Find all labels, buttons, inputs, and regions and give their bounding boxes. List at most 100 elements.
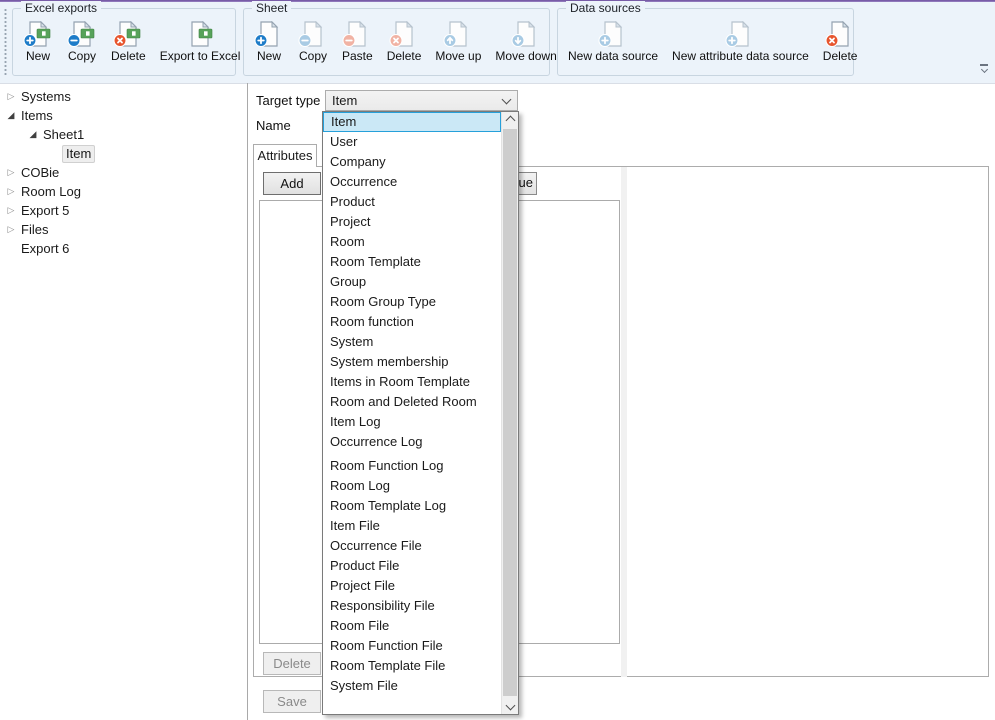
tree-item-label: Room Log bbox=[18, 182, 84, 201]
toolbar-grip-handle[interactable] bbox=[4, 8, 7, 76]
toolbar-button-label: New bbox=[257, 49, 281, 64]
dropdown-option-room-function-log[interactable]: Room Function Log bbox=[323, 456, 501, 476]
scrollbar-thumb[interactable] bbox=[503, 129, 517, 696]
target-type-dropdown-popup: ItemUserCompanyOccurrenceProductProjectR… bbox=[322, 111, 519, 715]
dropdown-option-room-template-log[interactable]: Room Template Log bbox=[323, 496, 501, 516]
dropdown-option-system-file[interactable]: System File bbox=[323, 676, 501, 696]
tree-item-label: Sheet1 bbox=[40, 125, 87, 144]
save-button[interactable]: Save bbox=[263, 690, 321, 713]
expander-collapsed-icon[interactable]: ▷ bbox=[4, 182, 18, 201]
app-window: Excel exports NewCopyDeleteExport to Exc… bbox=[0, 0, 995, 720]
target-type-label: Target type bbox=[256, 93, 320, 108]
dropdown-option-project-file[interactable]: Project File bbox=[323, 576, 501, 596]
dropdown-option-occurrence-log[interactable]: Occurrence Log bbox=[323, 432, 501, 452]
new-data-source-icon bbox=[598, 21, 628, 48]
expander-expanded-icon[interactable]: ◢ bbox=[26, 125, 40, 144]
dropdown-option-group[interactable]: Group bbox=[323, 272, 501, 292]
tree-main-divider[interactable] bbox=[247, 83, 248, 720]
dropdown-option-system[interactable]: System bbox=[323, 332, 501, 352]
combobox-value: Item bbox=[332, 93, 357, 108]
dropdown-option-item[interactable]: Item bbox=[323, 112, 501, 132]
target-type-combobox[interactable]: Item bbox=[325, 90, 518, 111]
tree-item-sheet1[interactable]: ◢Sheet1 bbox=[0, 125, 247, 144]
dropdown-option-responsibility-file[interactable]: Responsibility File bbox=[323, 596, 501, 616]
toolbar-group-sheet: Sheet NewCopyPasteDeleteMove upMove down bbox=[243, 8, 550, 76]
panel-splitter[interactable] bbox=[621, 167, 627, 677]
toolbar-button-new[interactable]: New bbox=[250, 19, 288, 66]
group-title: Excel exports bbox=[21, 1, 101, 15]
toolbar-button-new-attribute-data-source[interactable]: New attribute data source bbox=[668, 19, 813, 66]
dropdown-option-room-and-deleted-room[interactable]: Room and Deleted Room bbox=[323, 392, 501, 412]
expander-collapsed-icon[interactable]: ▷ bbox=[4, 201, 18, 220]
toolbar-button-export-to-excel[interactable]: Export to Excel bbox=[156, 19, 245, 66]
toolbar-button-move-down[interactable]: Move down bbox=[491, 19, 560, 66]
dropdown-option-room-file[interactable]: Room File bbox=[323, 616, 501, 636]
tree-item-files[interactable]: ▷Files bbox=[0, 220, 247, 239]
toolbar-button-new-data-source[interactable]: New data source bbox=[564, 19, 662, 66]
expander-expanded-icon[interactable]: ◢ bbox=[4, 106, 18, 125]
tree-item-systems[interactable]: ▷Systems bbox=[0, 87, 247, 106]
toolbar-button-delete[interactable]: Delete bbox=[107, 19, 150, 66]
move-down-icon bbox=[511, 21, 541, 48]
scroll-down-button[interactable] bbox=[502, 697, 518, 714]
chevron-down-icon bbox=[502, 95, 512, 105]
tree-item-item[interactable]: Item bbox=[0, 144, 247, 163]
tab-attributes[interactable]: Attributes bbox=[253, 144, 317, 167]
toolbar-button-new[interactable]: New bbox=[19, 19, 57, 66]
tree-item-label: Export 6 bbox=[18, 239, 72, 258]
dropdown-option-room-template[interactable]: Room Template bbox=[323, 252, 501, 272]
toolbar-button-label: New data source bbox=[568, 49, 658, 64]
dropdown-option-occurrence-file[interactable]: Occurrence File bbox=[323, 536, 501, 556]
delete-excel-export-icon bbox=[113, 21, 143, 48]
dropdown-option-room-function[interactable]: Room function bbox=[323, 312, 501, 332]
dropdown-option-product-file[interactable]: Product File bbox=[323, 556, 501, 576]
tree-item-cobie[interactable]: ▷COBie bbox=[0, 163, 247, 182]
expander-collapsed-icon[interactable]: ▷ bbox=[4, 220, 18, 239]
expander-collapsed-icon[interactable]: ▷ bbox=[4, 87, 18, 106]
toolbar-button-delete[interactable]: Delete bbox=[819, 19, 862, 66]
toolbar-overflow-button[interactable] bbox=[977, 62, 991, 80]
toolbar-button-label: New attribute data source bbox=[672, 49, 809, 64]
dropdown-option-occurrence[interactable]: Occurrence bbox=[323, 172, 501, 192]
delete-button[interactable]: Delete bbox=[263, 652, 321, 675]
copy-excel-export-icon bbox=[67, 21, 97, 48]
toolbar-button-label: Move up bbox=[435, 49, 481, 64]
delete-data-source-icon bbox=[825, 21, 855, 48]
toolbar-button-delete[interactable]: Delete bbox=[383, 19, 426, 66]
tree-item-label: COBie bbox=[18, 163, 62, 182]
paste-sheet-icon bbox=[342, 21, 372, 48]
tree-item-export-5[interactable]: ▷Export 5 bbox=[0, 201, 247, 220]
toolbar-button-label: Paste bbox=[342, 49, 373, 64]
toolbar-button-label: Export to Excel bbox=[160, 49, 241, 64]
add-button[interactable]: Add bbox=[263, 172, 321, 195]
tab-label: Attributes bbox=[258, 148, 313, 163]
dropdown-option-room-function-file[interactable]: Room Function File bbox=[323, 636, 501, 656]
dropdown-scrollbar bbox=[501, 112, 518, 714]
dropdown-option-item-file[interactable]: Item File bbox=[323, 516, 501, 536]
dropdown-option-company[interactable]: Company bbox=[323, 152, 501, 172]
dropdown-option-room-log[interactable]: Room Log bbox=[323, 476, 501, 496]
scroll-up-button[interactable] bbox=[502, 112, 518, 129]
dropdown-option-room[interactable]: Room bbox=[323, 232, 501, 252]
dropdown-option-project[interactable]: Project bbox=[323, 212, 501, 232]
toolbar-button-copy[interactable]: Copy bbox=[63, 19, 101, 66]
toolbar-button-paste[interactable]: Paste bbox=[338, 19, 377, 66]
tree-item-label: Systems bbox=[18, 87, 74, 106]
dropdown-option-room-group-type[interactable]: Room Group Type bbox=[323, 292, 501, 312]
dropdown-option-room-template-file[interactable]: Room Template File bbox=[323, 656, 501, 676]
dropdown-option-product[interactable]: Product bbox=[323, 192, 501, 212]
group-title: Data sources bbox=[566, 1, 645, 15]
tree-item-items[interactable]: ◢Items bbox=[0, 106, 247, 125]
tree-item-room-log[interactable]: ▷Room Log bbox=[0, 182, 247, 201]
toolbar-button-move-up[interactable]: Move up bbox=[431, 19, 485, 66]
toolbar: Excel exports NewCopyDeleteExport to Exc… bbox=[0, 2, 995, 84]
dropdown-option-items-in-room-template[interactable]: Items in Room Template bbox=[323, 372, 501, 392]
tree-item-export-6[interactable]: Export 6 bbox=[0, 239, 247, 258]
dropdown-option-item-log[interactable]: Item Log bbox=[323, 412, 501, 432]
dropdown-option-system-membership[interactable]: System membership bbox=[323, 352, 501, 372]
expander-collapsed-icon[interactable]: ▷ bbox=[4, 163, 18, 182]
group-title: Sheet bbox=[252, 1, 291, 15]
toolbar-button-label: New bbox=[26, 49, 50, 64]
dropdown-option-user[interactable]: User bbox=[323, 132, 501, 152]
toolbar-button-copy[interactable]: Copy bbox=[294, 19, 332, 66]
